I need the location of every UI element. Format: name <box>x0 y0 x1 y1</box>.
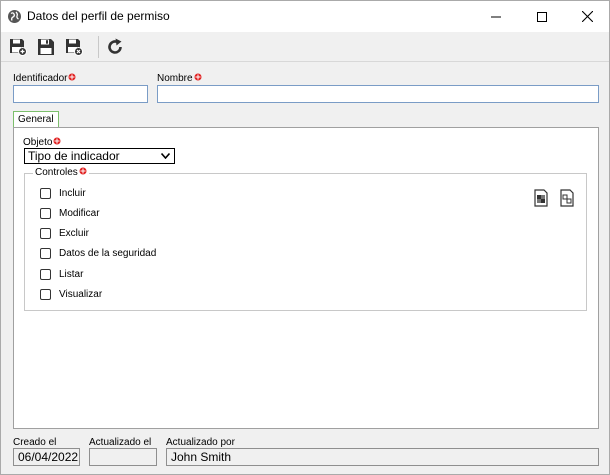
control-label: Visualizar <box>59 289 103 300</box>
general-panel: Objeto Tipo de indicador Controles Inclu… <box>13 127 599 429</box>
nombre-label: Nombre <box>157 73 202 84</box>
title-bar: Datos del perfil de permiso <box>1 1 609 32</box>
checkbox[interactable] <box>40 208 51 219</box>
checkbox[interactable] <box>40 228 51 239</box>
actualizado-por-field: John Smith <box>166 448 599 466</box>
identificador-label: Identificador <box>13 73 76 84</box>
required-icon <box>194 73 202 81</box>
toolbar-separator <box>98 36 99 58</box>
checkbox[interactable] <box>40 188 51 199</box>
required-icon <box>68 73 76 81</box>
permission-profile-window: Datos del perfil de permiso Identificado… <box>0 0 610 475</box>
checkbox[interactable] <box>40 248 51 259</box>
control-excluir[interactable]: Excluir <box>40 228 89 239</box>
identificador-input[interactable] <box>13 85 148 103</box>
select-all-button[interactable] <box>532 189 550 207</box>
unselect-all-button[interactable] <box>558 189 576 207</box>
maximize-button[interactable] <box>519 1 565 32</box>
refresh-icon <box>108 38 122 54</box>
control-datos-seguridad[interactable]: Datos de la seguridad <box>40 248 156 259</box>
minimize-icon <box>491 16 501 17</box>
window-title: Datos del perfil de permiso <box>27 9 170 23</box>
actualizado-field <box>89 448 157 466</box>
control-listar[interactable]: Listar <box>40 269 83 280</box>
required-icon <box>79 167 87 175</box>
creado-field: 06/04/2022 <box>13 448 80 466</box>
maximize-icon <box>537 11 547 22</box>
control-label: Modificar <box>59 208 100 219</box>
controles-title: Controles <box>33 167 89 178</box>
chevron-down-icon <box>161 153 170 159</box>
refresh-button[interactable] <box>104 37 126 57</box>
uncheck-all-icon <box>560 189 574 207</box>
control-label: Incluir <box>59 188 86 199</box>
close-button[interactable] <box>564 1 610 32</box>
minimize-button[interactable] <box>473 1 519 32</box>
control-modificar[interactable]: Modificar <box>40 208 100 219</box>
tab-general[interactable]: General <box>13 111 59 128</box>
actualizado-label: Actualizado el <box>89 437 152 448</box>
required-icon <box>53 137 61 145</box>
control-visualizar[interactable]: Visualizar <box>40 289 102 300</box>
close-icon <box>581 11 593 22</box>
nombre-input[interactable] <box>157 85 599 103</box>
save-close-icon <box>66 39 83 56</box>
save-icon <box>38 39 54 55</box>
app-globe-icon <box>7 9 22 24</box>
control-label: Excluir <box>59 228 90 239</box>
actualizado-por-label: Actualizado por <box>166 437 235 448</box>
control-label: Datos de la seguridad <box>59 248 157 259</box>
save-new-icon <box>10 39 27 56</box>
objeto-selected-value: Tipo de indicador <box>28 149 120 163</box>
checkbox[interactable] <box>40 269 51 280</box>
toolbar <box>1 32 609 62</box>
save-close-button[interactable] <box>63 37 85 57</box>
creado-label: Creado el <box>13 437 57 448</box>
control-incluir[interactable]: Incluir <box>40 188 86 199</box>
control-label: Listar <box>59 269 84 280</box>
check-all-icon <box>534 189 548 207</box>
save-button[interactable] <box>35 37 57 57</box>
objeto-select[interactable]: Tipo de indicador <box>24 148 175 164</box>
checkbox[interactable] <box>40 289 51 300</box>
save-new-button[interactable] <box>7 37 29 57</box>
controles-group: Controles Incluir Modificar Excluir Dato… <box>24 167 587 311</box>
objeto-label: Objeto <box>23 137 61 148</box>
